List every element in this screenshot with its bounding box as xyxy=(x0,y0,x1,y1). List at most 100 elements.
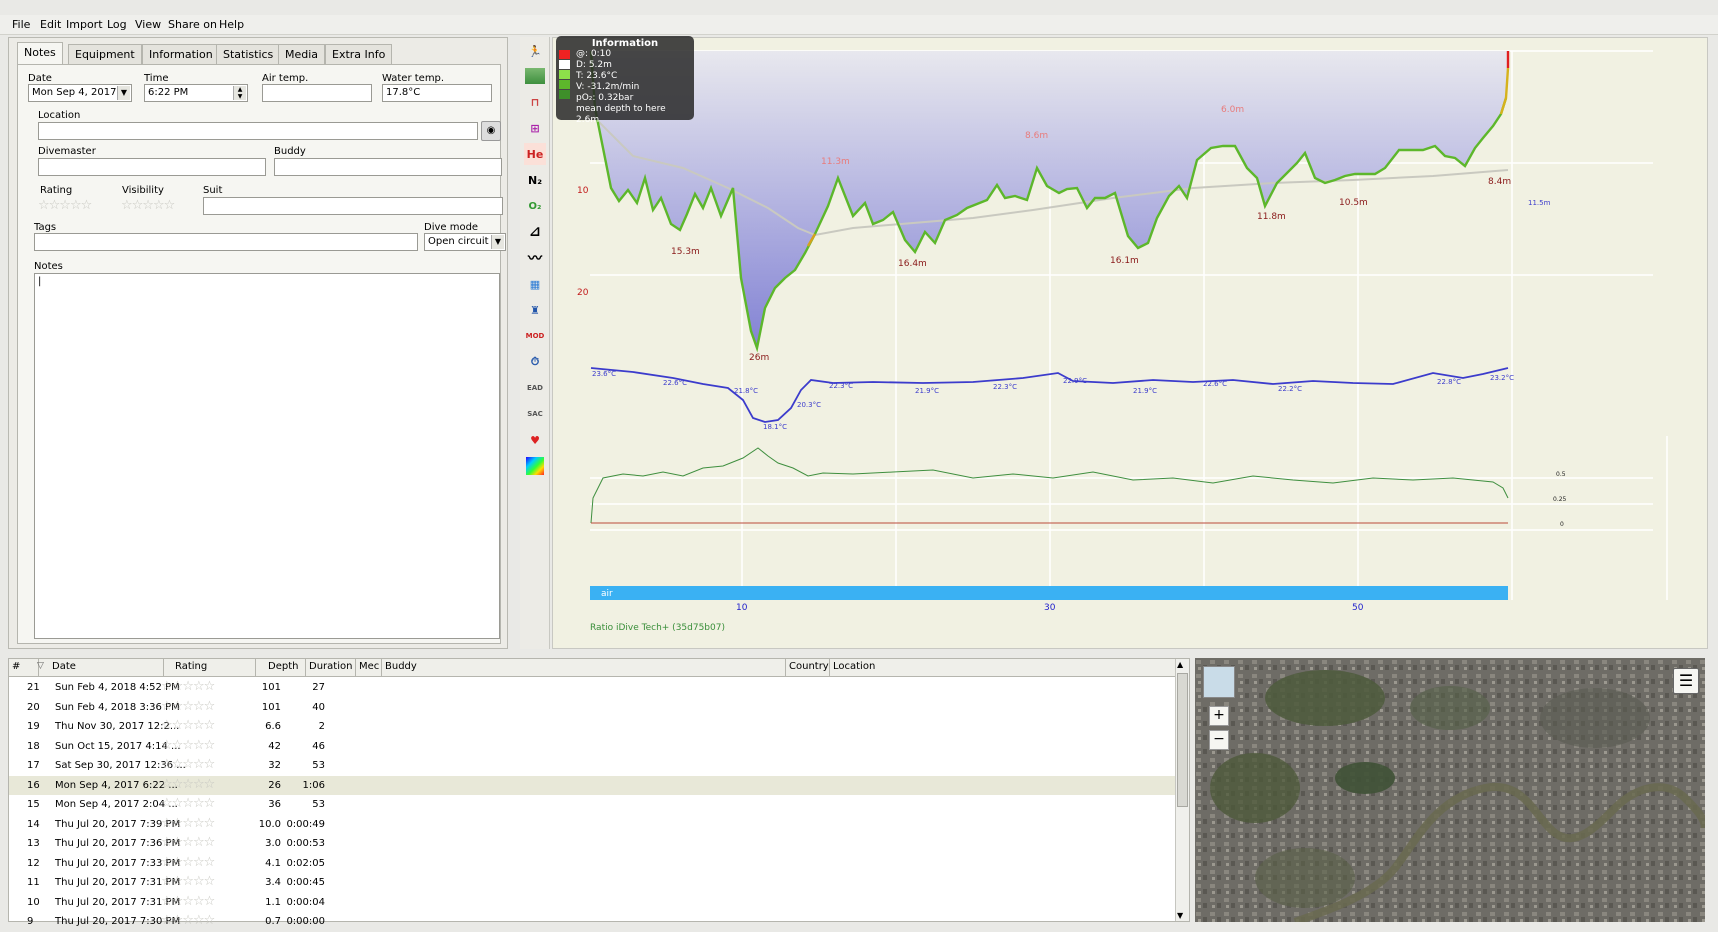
table-row[interactable]: 17 Sat Sep 30, 2017 12:36 ... ☆☆☆☆☆ 32 53 xyxy=(9,756,1179,776)
scrollbar-thumb[interactable] xyxy=(1177,673,1188,807)
menu-import[interactable]: Import xyxy=(66,18,103,31)
ppo2-scale-icon[interactable]: ⊿ xyxy=(524,221,546,243)
table-row[interactable]: 13 Thu Jul 20, 2017 7:36 PM ☆☆☆☆☆ 3.0 0:00:5… xyxy=(9,834,1179,854)
tab-notes[interactable]: Notes xyxy=(17,42,63,65)
table-row[interactable]: 16 Mon Sep 4, 2017 6:22 ... ☆☆☆☆☆ 26 1:06 xyxy=(9,775,1179,795)
temp-label: 22.3°C xyxy=(829,382,853,390)
hamburger-menu-icon[interactable]: ☰ xyxy=(1673,668,1699,694)
rating-stars[interactable]: ☆☆☆☆☆ xyxy=(161,913,215,928)
information-box[interactable]: Information @: 0:10 D: 5.2m T: 23.6°C V:… xyxy=(556,36,694,125)
sac-icon[interactable]: SAC xyxy=(524,403,546,425)
tab-statistics[interactable]: Statistics xyxy=(216,44,281,64)
menu-share-on[interactable]: Share on xyxy=(168,18,217,31)
rating-stars[interactable]: ☆☆☆☆☆ xyxy=(161,718,215,733)
zoom-out-button[interactable]: − xyxy=(1209,730,1229,750)
table-row[interactable]: 12 Thu Jul 20, 2017 7:33 PM ☆☆☆☆☆ 4.1 0:02:0… xyxy=(9,854,1179,874)
column-mec[interactable]: Mec xyxy=(356,659,382,677)
dive-mode-select[interactable]: Open circuit ▼ xyxy=(424,233,506,251)
rating-stars[interactable]: ☆☆☆☆☆ xyxy=(161,679,215,694)
column-date[interactable]: Date xyxy=(49,659,164,677)
location-field[interactable] xyxy=(38,122,478,140)
rating-stars[interactable]: ☆☆☆☆☆ xyxy=(161,874,215,889)
dive-number: 10 xyxy=(27,896,40,908)
menu-view[interactable]: View xyxy=(135,18,161,31)
chevron-down-icon[interactable]: ▼ xyxy=(491,235,504,249)
table-row[interactable]: 9 Thu Jul 20, 2017 7:30 PM ☆☆☆☆☆ 0.7 0:00:00 xyxy=(9,912,1179,932)
menu-file[interactable]: File xyxy=(12,18,30,31)
table-row[interactable]: 14 Thu Jul 20, 2017 7:39 PM ☆☆☆☆☆ 10.0 0:00:… xyxy=(9,815,1179,835)
ead-icon[interactable]: EAD xyxy=(524,377,546,399)
menu-log[interactable]: Log xyxy=(107,18,127,31)
column-duration[interactable]: Duration xyxy=(306,659,356,677)
mod-icon[interactable]: MOD xyxy=(524,325,546,347)
tab-media[interactable]: Media xyxy=(278,44,326,64)
rating-stars[interactable]: ☆☆☆☆☆ xyxy=(161,777,215,792)
rating-stars[interactable]: ☆☆☆☆☆ xyxy=(38,198,92,213)
map-thumbnail[interactable] xyxy=(1203,666,1235,698)
table-row[interactable]: 21 Sun Feb 4, 2018 4:52 PM ☆☆☆☆☆ 101 27 xyxy=(9,678,1179,698)
heatmap-icon[interactable] xyxy=(524,455,546,477)
table-row[interactable]: 10 Thu Jul 20, 2017 7:31 PM ☆☆☆☆☆ 1.1 0:00:0… xyxy=(9,893,1179,913)
dive-list-scrollbar[interactable]: ▲ ▼ xyxy=(1175,659,1189,921)
rating-stars[interactable]: ☆☆☆☆☆ xyxy=(161,816,215,831)
notes-textarea[interactable]: | xyxy=(34,273,500,639)
ceiling-icon[interactable] xyxy=(524,65,546,87)
spin-stepper-icon[interactable]: ▲ ▼ xyxy=(233,86,246,100)
scroll-down-icon[interactable]: ▼ xyxy=(1177,911,1183,920)
rating-stars[interactable]: ☆☆☆☆☆ xyxy=(161,894,215,909)
line-icon[interactable]: 〰 xyxy=(524,247,546,269)
scroll-up-icon[interactable]: ▲ xyxy=(1177,660,1183,669)
rating-stars[interactable]: ☆☆☆☆☆ xyxy=(161,699,215,714)
column-buddy[interactable]: Buddy xyxy=(382,659,786,677)
suit-field[interactable] xyxy=(203,197,503,215)
time-field[interactable]: 6:22 PM ▲ ▼ xyxy=(144,84,248,102)
gas-icon[interactable]: ▦ xyxy=(524,273,546,295)
rating-stars[interactable]: ☆☆☆☆☆ xyxy=(161,757,215,772)
dive-map[interactable]: + − ☰ xyxy=(1195,658,1705,922)
o2-icon[interactable]: O₂ xyxy=(524,195,546,217)
table-row[interactable]: 15 Mon Sep 4, 2017 2:04 ... ☆☆☆☆☆ 36 53 xyxy=(9,795,1179,815)
water-temp-field[interactable]: 17.8°C xyxy=(382,84,492,102)
satellite-map xyxy=(1195,658,1705,922)
tab-information[interactable]: Information xyxy=(142,44,220,64)
rating-stars[interactable]: ☆☆☆☆☆ xyxy=(161,835,215,850)
globe-icon[interactable]: ◉ xyxy=(481,121,501,141)
table-row[interactable]: 11 Thu Jul 20, 2017 7:31 PM ☆☆☆☆☆ 3.4 0:00:4… xyxy=(9,873,1179,893)
dive-duration: 0:00:53 xyxy=(286,838,325,849)
date-field[interactable]: Mon Sep 4, 2017 ▼ xyxy=(28,84,132,102)
menu-edit[interactable]: Edit xyxy=(40,18,61,31)
column-rating[interactable]: Rating xyxy=(172,659,256,677)
menu-help[interactable]: Help xyxy=(219,18,244,31)
table-row[interactable]: 19 Thu Nov 30, 2017 12:2... ☆☆☆☆☆ 6.6 2 xyxy=(9,717,1179,737)
heartrate-icon[interactable]: ♥ xyxy=(524,429,546,451)
calc-ceiling-icon[interactable]: ⊓ xyxy=(524,91,546,113)
velocity-legend-icon xyxy=(559,70,570,79)
n2-icon[interactable]: N₂ xyxy=(524,169,546,191)
column-location[interactable]: Location xyxy=(830,659,1179,677)
tissue-icon[interactable]: ⊞ xyxy=(524,117,546,139)
column-depth[interactable]: Depth xyxy=(256,659,306,677)
divemaster-field[interactable] xyxy=(38,158,266,176)
buddy-field[interactable] xyxy=(274,158,502,176)
diver-icon[interactable]: 🏃 xyxy=(524,40,546,62)
ndl-icon[interactable]: ⏱ xyxy=(524,351,546,373)
tags-field[interactable] xyxy=(34,233,418,251)
table-row[interactable]: 20 Sun Feb 4, 2018 3:36 PM ☆☆☆☆☆ 101 40 xyxy=(9,698,1179,718)
tab-equipment[interactable]: Equipment xyxy=(68,44,142,64)
column-number[interactable]: # xyxy=(9,659,39,677)
he-icon[interactable]: He xyxy=(524,143,546,165)
mod-diver-icon[interactable]: ♜ xyxy=(524,299,546,321)
air-temp-field[interactable] xyxy=(262,84,372,102)
zoom-in-button[interactable]: + xyxy=(1209,706,1229,726)
rating-stars[interactable]: ☆☆☆☆☆ xyxy=(161,738,215,753)
table-row[interactable]: 18 Sun Oct 15, 2017 4:14 ... ☆☆☆☆☆ 42 46 xyxy=(9,737,1179,757)
dive-profile[interactable]: air 10 20 10 30 50 15.3m 26m 11.3m 16.4m… xyxy=(552,37,1708,649)
rating-stars[interactable]: ☆☆☆☆☆ xyxy=(161,796,215,811)
depth-label: 8.6m xyxy=(1025,131,1048,141)
rating-stars[interactable]: ☆☆☆☆☆ xyxy=(161,855,215,870)
tab-extra-info[interactable]: Extra Info xyxy=(325,44,393,64)
chevron-down-icon[interactable]: ▼ xyxy=(117,86,130,100)
visibility-stars[interactable]: ☆☆☆☆☆ xyxy=(121,198,175,213)
ead-label: EAD xyxy=(526,384,543,392)
column-country[interactable]: Country xyxy=(786,659,830,677)
